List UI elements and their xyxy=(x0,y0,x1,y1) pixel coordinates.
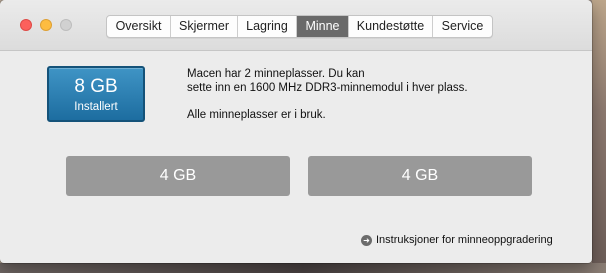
memory-info: Macen har 2 minneplasser. Du kan sette i… xyxy=(187,67,468,122)
arrow-right-circle-icon: ➜ xyxy=(361,234,372,246)
desktop-background xyxy=(592,0,606,273)
tab-bar: Oversikt Skjermer Lagring Minne Kundestø… xyxy=(106,15,493,38)
installed-memory-badge: 8 GB Installert xyxy=(47,66,145,122)
memory-slot-status: Alle minneplasser er i bruk. xyxy=(187,109,326,121)
installed-memory-label: Installert xyxy=(74,101,118,113)
about-this-mac-window: Oversikt Skjermer Lagring Minne Kundestø… xyxy=(0,0,592,263)
zoom-window-button[interactable] xyxy=(60,19,72,31)
tab-minne[interactable]: Minne xyxy=(297,16,349,37)
memory-description-line2: sette inn en 1600 MHz DDR3-minnemodul i … xyxy=(187,82,468,94)
minimize-window-button[interactable] xyxy=(40,19,52,31)
titlebar: Oversikt Skjermer Lagring Minne Kundestø… xyxy=(0,0,592,51)
memory-slot-1: 4 GB xyxy=(66,156,290,196)
memory-upgrade-instructions-link[interactable]: ➜ Instruksjoner for minneoppgradering xyxy=(361,234,553,246)
tab-lagring[interactable]: Lagring xyxy=(238,16,297,37)
installed-memory-size: 8 GB xyxy=(74,76,118,97)
memory-slot-2: 4 GB xyxy=(308,156,532,196)
memory-description-line1: Macen har 2 minneplasser. Du kan xyxy=(187,68,365,80)
tab-kundestotte[interactable]: Kundestøtte xyxy=(349,16,433,37)
memory-upgrade-instructions-label: Instruksjoner for minneoppgradering xyxy=(376,234,553,246)
tab-skjermer[interactable]: Skjermer xyxy=(171,16,238,37)
tab-service[interactable]: Service xyxy=(433,16,492,37)
close-window-button[interactable] xyxy=(20,19,32,31)
desktop-background-bottom xyxy=(0,263,606,273)
tab-oversikt[interactable]: Oversikt xyxy=(107,16,171,37)
